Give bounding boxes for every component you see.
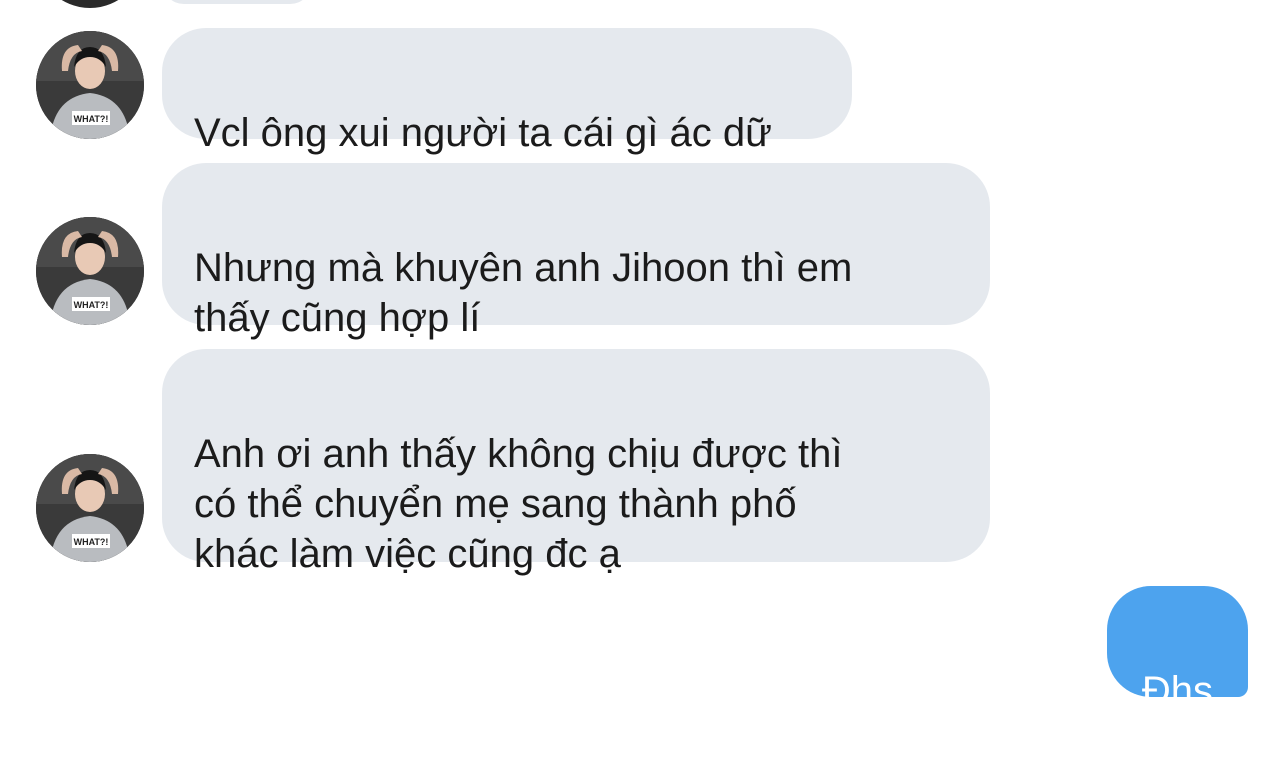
contact-avatar[interactable]: WHAT?! [36, 454, 144, 562]
svg-text:WHAT?!: WHAT?! [74, 114, 109, 124]
svg-text:WHAT?!: WHAT?! [74, 537, 109, 547]
message-text: Nhưng mà khuyên anh Jihoon thì em thấy c… [194, 246, 853, 340]
contact-avatar[interactable]: WHAT?! [36, 217, 144, 325]
contact-avatar[interactable]: WHAT?! [36, 31, 144, 139]
message-text: Đhs [1141, 669, 1214, 713]
person-photo-icon: WHAT?! [36, 31, 144, 139]
contact-avatar-cutoff [36, 0, 144, 8]
message-bubble[interactable]: Anh ơi anh thấy không chịu được thì có t… [162, 349, 990, 576]
person-photo-icon: WHAT?! [36, 217, 144, 325]
message-bubble[interactable]: Nhưng mà khuyên anh Jihoon thì em thấy c… [162, 163, 990, 340]
message-text: Vcl ông xui người ta cái gì ác dữ [194, 111, 772, 155]
message-bubble-cutoff [162, 0, 312, 4]
message-text: Anh ơi anh thấy không chịu được thì có t… [194, 432, 843, 576]
svg-text:WHAT?!: WHAT?! [74, 300, 109, 310]
message-bubble-outgoing[interactable]: Đhs [1107, 586, 1248, 713]
message-bubble[interactable]: Vcl ông xui người ta cái gì ác dữ [162, 28, 852, 155]
person-photo-icon: WHAT?! [36, 454, 144, 562]
